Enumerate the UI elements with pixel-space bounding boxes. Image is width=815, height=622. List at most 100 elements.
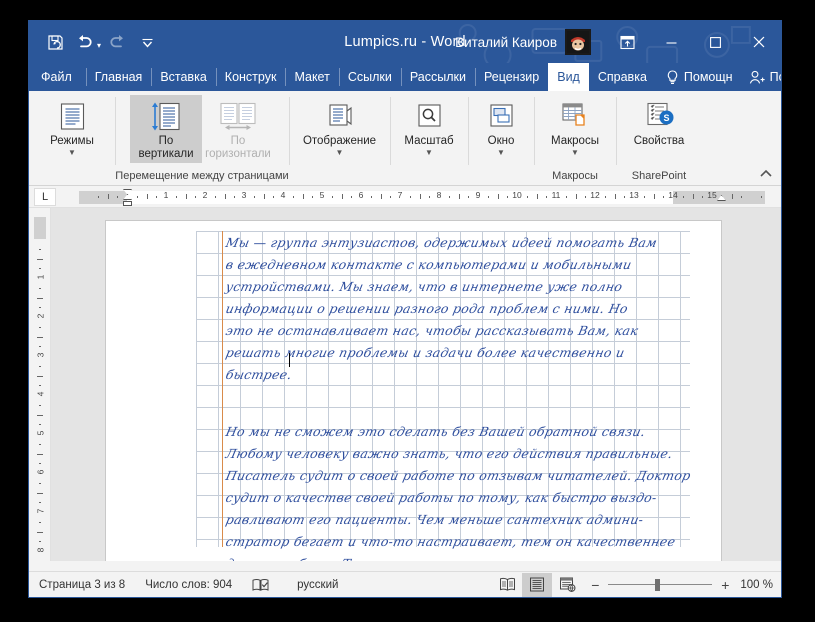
tab-1[interactable]: Главная (86, 63, 152, 91)
zoom-in-button[interactable]: + (718, 577, 732, 593)
ruler-quarter-tick (644, 196, 645, 198)
person-add-icon (749, 70, 765, 85)
modes-button[interactable]: Режимы ▼ (36, 95, 108, 159)
document-line[interactable]: информации о решении разного рода пробле… (224, 301, 629, 316)
document-line[interactable]: делает работу. Так и мы не можем улучшат… (224, 556, 633, 561)
ruler-half-tick (732, 194, 733, 199)
left-indent-marker[interactable] (123, 201, 132, 206)
zoom-percentage[interactable]: 100 % (740, 579, 781, 591)
tab-2[interactable]: Вставка (151, 63, 215, 91)
tab-label: Вид (557, 70, 580, 84)
tab-label: Макет (294, 70, 329, 84)
document-line[interactable]: равливают его пациенты. Чем меньше санте… (224, 512, 645, 527)
zoom-button[interactable]: Масштаб ▼ (396, 95, 462, 159)
ruler-half-tick (654, 194, 655, 199)
language-indicator[interactable]: русский (279, 579, 348, 591)
ruler-number: 8 (437, 190, 442, 200)
ribbon-display-icon (620, 35, 635, 50)
modes-label: Режимы (50, 135, 94, 148)
print-layout-button[interactable] (522, 573, 552, 597)
tab-stop-selector[interactable]: L (34, 188, 56, 206)
document-line[interactable]: быстрее. (224, 367, 293, 382)
window-icon (486, 99, 516, 133)
ruler-quarter-tick (293, 196, 294, 198)
ribbon-display-options-button[interactable] (605, 21, 649, 63)
document-line[interactable]: стратор бегает и что-то настраивает, тем… (224, 534, 677, 549)
tab-strip-right: Помощн Поделиться (656, 63, 781, 91)
document-line[interactable]: Мы — группа энтузиастов, одержимых идеей… (224, 235, 658, 250)
properties-label: Свойства (634, 135, 685, 148)
ruler-quarter-tick (546, 196, 547, 198)
document-line[interactable]: Но мы не сможем это сделать без Вашей об… (224, 424, 647, 439)
tab-9[interactable]: Справка (589, 63, 656, 91)
tab-6[interactable]: Рассылки (401, 63, 475, 91)
collapse-ribbon-button[interactable] (759, 169, 773, 181)
ruler-number: 5 (320, 190, 325, 200)
minimize-icon (665, 36, 678, 49)
ruler-half-tick (225, 194, 226, 199)
zoom-slider[interactable] (608, 578, 712, 592)
minimize-button[interactable] (649, 21, 693, 63)
title-bar-right: Виталий Каиров (455, 21, 781, 63)
display-icon (325, 99, 355, 133)
modes-dropdown-caret-icon[interactable]: ▼ (68, 149, 76, 157)
grid-line-horizontal (196, 319, 690, 320)
macros-button[interactable]: Макросы ▼ (540, 95, 610, 159)
zoom-dropdown-caret-icon[interactable]: ▼ (425, 149, 433, 157)
account-name[interactable]: Виталий Каиров (455, 35, 557, 50)
horizontal-ruler-track[interactable]: 123456789101112131415 (79, 188, 763, 206)
vertical-ruler[interactable]: 12345678 (29, 208, 51, 561)
display-button[interactable]: Отображение ▼ (298, 95, 382, 159)
ruler-quarter-tick (371, 196, 372, 198)
window-button[interactable]: Окно ▼ (474, 95, 528, 159)
display-dropdown-caret-icon[interactable]: ▼ (336, 149, 344, 157)
web-layout-button[interactable] (552, 573, 582, 597)
ruler-number: 1 (164, 190, 169, 200)
page-indicator[interactable]: Страница 3 из 8 (29, 579, 135, 591)
tell-me-help-button[interactable]: Помощн (656, 70, 743, 85)
read-mode-button[interactable] (492, 573, 522, 597)
properties-button[interactable]: S Свойства (623, 95, 695, 150)
tab-label: Конструк (225, 70, 277, 84)
word-count[interactable]: Число слов: 904 (135, 579, 242, 591)
title-bar: ▾ Lumpics.ru - Word Виталий Каиров (29, 21, 781, 63)
tab-3[interactable]: Конструк (216, 63, 286, 91)
grid-line-horizontal (196, 231, 690, 232)
close-button[interactable] (737, 21, 781, 63)
vertical-scroll-button[interactable]: По вертикали (130, 95, 202, 163)
tab-4[interactable]: Макет (285, 63, 338, 91)
vertical-ruler-quarter-tick (39, 522, 41, 523)
document-line[interactable]: устройствами. Мы знаем, что в интернете … (224, 279, 624, 294)
zoom-out-button[interactable]: − (588, 577, 602, 593)
document-line[interactable]: Писатель судит о своей работе по отзывам… (224, 468, 692, 483)
ruler-half-tick (693, 194, 694, 199)
horizontal-scroll-button[interactable]: По горизонтали (202, 95, 274, 163)
document-page[interactable]: Мы — группа энтузиастов, одержимых идеей… (106, 221, 721, 561)
tab-5[interactable]: Ссылки (339, 63, 401, 91)
share-button[interactable]: Поделиться (743, 70, 781, 85)
document-line[interactable]: это не останавливает нас, чтобы рассказы… (224, 323, 639, 338)
maximize-icon (709, 36, 722, 49)
tab-7[interactable]: Рецензир (475, 63, 548, 91)
document-line[interactable]: Любому человеку важно знать, что его дей… (224, 446, 674, 461)
document-line[interactable]: решать многие проблемы и задачи более ка… (224, 345, 626, 360)
group-modes-label (29, 182, 115, 185)
ruler-quarter-tick (273, 196, 274, 198)
tab-8[interactable]: Вид (548, 63, 589, 91)
zoom-control: − + (582, 577, 740, 593)
zoom-slider-thumb[interactable] (655, 579, 660, 591)
ruler-quarter-tick (585, 196, 586, 198)
page-margin-line (222, 231, 223, 547)
macros-dropdown-caret-icon[interactable]: ▼ (571, 149, 579, 157)
vertical-ruler-half-tick (37, 532, 43, 533)
ruler-half-tick (303, 194, 304, 199)
ruler-quarter-tick (624, 196, 625, 198)
window-dropdown-caret-icon[interactable]: ▼ (497, 149, 505, 157)
zoom-slider-track (608, 584, 712, 585)
document-line[interactable]: в ежедневном контакте с компьютерами и м… (224, 257, 633, 272)
avatar[interactable] (565, 29, 591, 55)
proofing-status-button[interactable] (242, 578, 279, 592)
tab-0[interactable]: Файл (29, 63, 86, 91)
document-line[interactable]: судит о качестве своей работы по тому, к… (224, 490, 658, 505)
maximize-button[interactable] (693, 21, 737, 63)
